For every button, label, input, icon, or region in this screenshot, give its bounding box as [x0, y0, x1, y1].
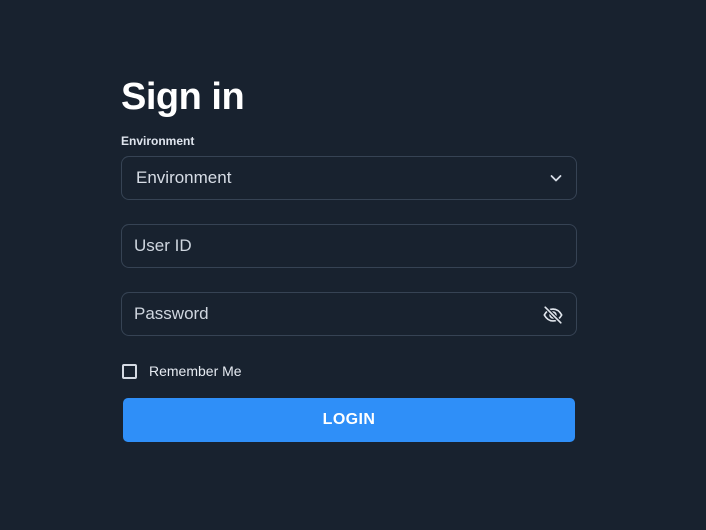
- remember-me-label[interactable]: Remember Me: [149, 363, 242, 379]
- signin-form: Sign in Environment Environment Remember…: [121, 74, 577, 442]
- environment-label: Environment: [121, 134, 195, 148]
- login-button[interactable]: LOGIN: [123, 398, 575, 442]
- userid-field-container: [121, 224, 577, 268]
- eye-off-icon[interactable]: [542, 304, 564, 326]
- password-input[interactable]: [122, 304, 522, 324]
- login-button-label: LOGIN: [322, 411, 376, 428]
- userid-input[interactable]: [122, 236, 522, 256]
- page-title: Sign in: [121, 76, 245, 118]
- chevron-down-icon: [550, 175, 562, 182]
- remember-me-checkbox[interactable]: [122, 363, 137, 379]
- password-field-container: [121, 292, 577, 336]
- environment-select[interactable]: Environment: [121, 156, 577, 200]
- environment-selected-value: Environment: [136, 168, 232, 187]
- login-page: Sign in Environment Environment Remember…: [0, 0, 706, 530]
- remember-me-row: Remember Me: [121, 362, 577, 380]
